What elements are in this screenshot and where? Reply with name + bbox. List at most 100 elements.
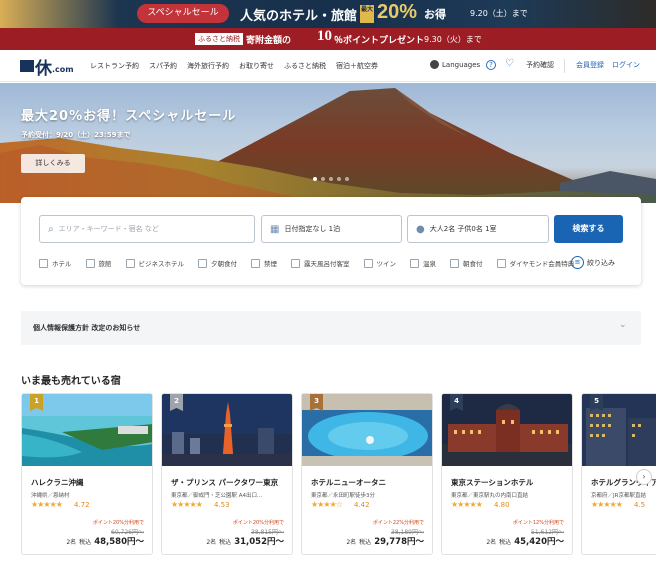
more-filters-button[interactable]: ≡ 絞り込み <box>571 256 615 269</box>
filter-twin[interactable]: ツイン <box>363 258 396 268</box>
carousel-dot[interactable] <box>329 177 333 181</box>
section-title-best-sellers: いま最も売れている宿 <box>21 376 121 387</box>
hero-mountain-image <box>0 88 656 203</box>
rating-score: 4.80 <box>494 501 510 509</box>
filter-business-hotel[interactable]: ビジネスホテル <box>125 258 185 268</box>
checkbox[interactable] <box>363 258 373 268</box>
points-note: ポイント12%分利用で <box>512 520 564 526</box>
carousel-dot[interactable] <box>337 177 341 181</box>
furusato-banner[interactable]: ふるさと納税 寄附金額の 10 ％ポイントプレゼント 9.30（火）まで <box>0 28 656 50</box>
nav-link-air-hotel[interactable]: 宿泊＋航空券 <box>336 61 378 71</box>
filter-label: ビジネスホテル <box>138 260 185 268</box>
furusato-date: 9.30（火）まで <box>424 35 482 44</box>
checkbox[interactable] <box>39 258 48 268</box>
help-icon[interactable]: ? <box>486 60 496 70</box>
filter-open-air-bath[interactable]: 露天風呂付客室 <box>291 258 350 268</box>
nav-link-spa[interactable]: スパ予約 <box>149 61 177 71</box>
price: 45,420円〜 <box>514 537 564 547</box>
hero-detail-button[interactable]: 詳しくみる <box>21 154 85 173</box>
login-link[interactable]: ログイン <box>612 60 640 70</box>
sale-date: 9.20（土）まで <box>470 9 528 18</box>
filter-label: 夕朝食付 <box>211 260 237 268</box>
tax-label: 税込 <box>219 539 232 546</box>
hero-carousel[interactable]: 最大20%お得！スペシャルセール 予約受付：9/20（土）23:59まで 詳しく… <box>0 83 656 203</box>
price: 31,052円〜 <box>234 537 284 547</box>
hotel-card-carousel: 1 ハレクラニ沖縄 沖縄県／恩納村 ★★★★★ 4.72 ポイント20%分利用で… <box>21 393 656 582</box>
date-value: 日付指定なし 1泊 <box>284 225 341 233</box>
rating-stars: ★★★★☆ <box>311 500 343 509</box>
sale-banner[interactable]: スペシャルセール 人気のホテル・旅館 最大 20% お得 9.20（土）まで <box>0 0 656 28</box>
filter-label: 露天風呂付客室 <box>304 260 350 268</box>
hotel-location: 京都府／JR京都駅直結 <box>591 493 646 499</box>
filter-hotel[interactable]: ホテル <box>39 258 72 268</box>
furusato-text: 寄附金額の <box>246 36 292 46</box>
hotel-card[interactable]: 3 ホテルニューオータニ 東京都／永田町駅徒歩3分 ★★★★☆ 4.42 ポイン… <box>301 393 433 555</box>
guest-value: 大人2名 子供0名 1室 <box>429 225 497 233</box>
hotel-location: 東京都／東京駅丸の内南口直結 <box>451 493 529 499</box>
points-note: ポイント22%分利用で <box>372 520 424 526</box>
favorite-heart-icon[interactable]: ♡ <box>505 58 514 69</box>
rating-stars: ★★★★★ <box>451 500 483 509</box>
carousel-dot[interactable] <box>313 177 317 181</box>
nav-link-furusato[interactable]: ふるさと納税 <box>284 61 326 71</box>
hotel-card[interactable]: 1 ハレクラニ沖縄 沖縄県／恩納村 ★★★★★ 4.72 ポイント20%分利用で… <box>21 393 153 555</box>
filter-breakfast[interactable]: 朝食付 <box>450 258 483 268</box>
search-button[interactable]: 検索する <box>554 215 623 243</box>
hotel-name: 東京ステーションホテル <box>451 478 534 487</box>
price-row: 2名 税込 45,420円〜 <box>486 535 564 547</box>
logo-kanji: 休 <box>35 58 52 79</box>
checkbox[interactable] <box>291 258 300 268</box>
carousel-dot[interactable] <box>321 177 325 181</box>
hotel-location: 東京都／永田町駅徒歩3分 <box>311 493 376 499</box>
sale-pill: スペシャルセール <box>137 4 229 23</box>
filter-ryokan[interactable]: 旅館 <box>85 258 112 268</box>
filter-checkboxes: ホテル 旅館 ビジネスホテル 夕朝食付 禁煙 露天風呂付客室 ツイン 温泉 朝食… <box>39 258 582 268</box>
filter-label: 旅館 <box>98 260 112 268</box>
filter-label: 温泉 <box>423 260 436 268</box>
sale-max-badge: 最大 <box>360 5 374 23</box>
carousel-next-button[interactable]: › <box>636 469 652 485</box>
filter-non-smoking[interactable]: 禁煙 <box>251 258 277 268</box>
languages-button[interactable]: Languages <box>430 60 480 69</box>
logo[interactable]: 休 .com <box>20 57 74 79</box>
nav-link-restaurant[interactable]: レストラン予約 <box>90 61 139 71</box>
price: 29,778円〜 <box>374 537 424 547</box>
chevron-right-icon: › <box>642 472 646 481</box>
filter-label: ホテル <box>52 260 72 268</box>
nav-link-gourmet[interactable]: お取り寄せ <box>239 61 274 71</box>
carousel-dot[interactable] <box>345 177 349 181</box>
sale-title: 人気のホテル・旅館 <box>240 9 358 24</box>
hero-title: 最大20%お得！スペシャルセール <box>21 109 237 124</box>
filter-dinner-breakfast[interactable]: 夕朝食付 <box>198 258 237 268</box>
checkbox[interactable] <box>125 258 135 268</box>
price-row: 2名 税込 31,052円〜 <box>206 535 284 547</box>
privacy-notice-accordion[interactable]: 個人情報保護方針 改定のお知らせ ⌄ <box>21 311 641 345</box>
logo-mark <box>20 60 34 72</box>
chevron-down-icon: ⌄ <box>619 320 627 330</box>
guest-selector[interactable]: ● 大人2名 子供0名 1室 <box>407 215 549 243</box>
people-count: 2名 <box>206 539 217 546</box>
reservation-link[interactable]: 予約確認 <box>526 60 554 70</box>
calendar-icon: ▦ <box>270 223 280 235</box>
nav-links: レストラン予約 スパ予約 海外旅行予約 お取り寄せ ふるさと納税 宿泊＋航空券 <box>90 61 378 71</box>
nav-divider <box>564 59 565 73</box>
filter-onsen[interactable]: 温泉 <box>410 258 436 268</box>
checkbox[interactable] <box>450 258 459 268</box>
checkbox[interactable] <box>85 258 95 268</box>
person-icon: ● <box>416 223 425 235</box>
checkbox[interactable] <box>198 258 207 268</box>
checkbox[interactable] <box>410 258 419 268</box>
search-icon: ⌕ <box>48 223 54 235</box>
member-register-link[interactable]: 会員登録 <box>576 60 604 70</box>
checkbox[interactable] <box>496 258 506 268</box>
hotel-card[interactable]: 2 ザ・プリンス パークタワー東京 東京都／御成門・芝公園駅 A4出口… ★★★… <box>161 393 293 555</box>
people-count: 2名 <box>346 539 357 546</box>
filter-label: 禁煙 <box>264 260 277 268</box>
nav-link-overseas[interactable]: 海外旅行予約 <box>187 61 229 71</box>
area-keyword-input[interactable]: ⌕ エリア・キーワード・宿名 など <box>39 215 255 243</box>
date-picker[interactable]: ▦ 日付指定なし 1泊 <box>261 215 402 243</box>
filter-icon: ≡ <box>571 256 584 269</box>
hotel-card[interactable]: 4 東京ステーションホテル 東京都／東京駅丸の内南口直結 ★★★★★ 4.80 … <box>441 393 573 555</box>
filter-diamond-member[interactable]: ダイヤモンド会員特典 <box>496 258 574 268</box>
checkbox[interactable] <box>251 258 260 268</box>
